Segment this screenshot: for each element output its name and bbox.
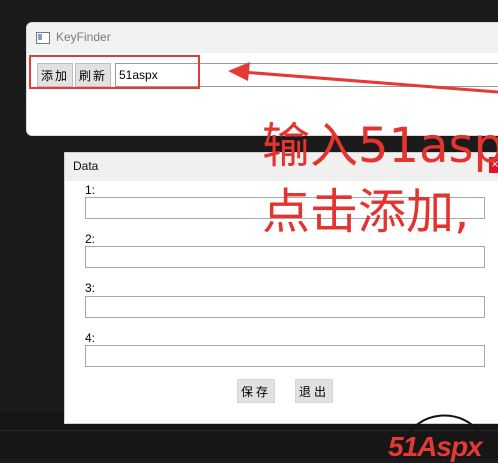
annotation-line-2: 点击添加, bbox=[262, 184, 470, 240]
annotation-line-1: 输入51asp bbox=[262, 118, 498, 174]
watermark-brand: 51Aspx bbox=[388, 431, 483, 462]
